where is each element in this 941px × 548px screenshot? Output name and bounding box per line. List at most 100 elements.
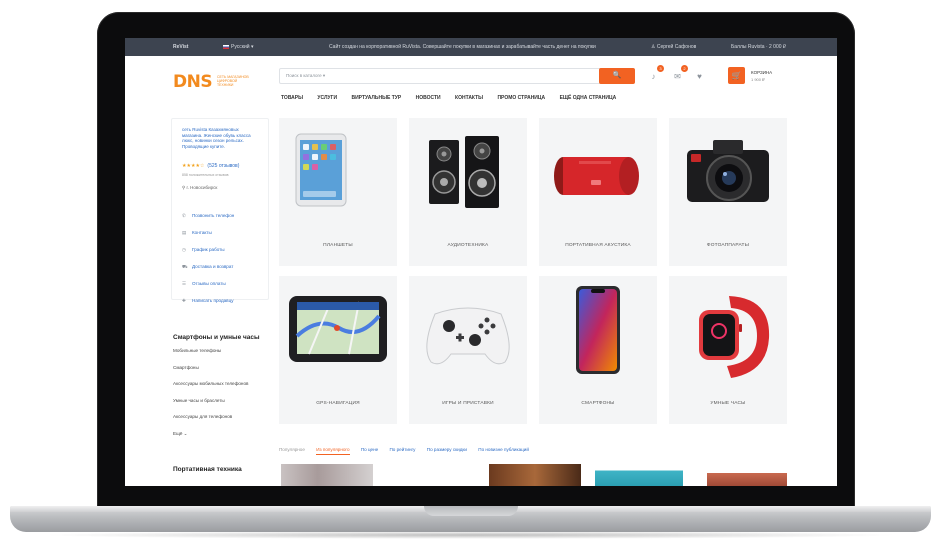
camera-icon xyxy=(687,140,769,202)
bonus-balance: Баллы Ruvista · 2 000 ₽ xyxy=(731,44,787,50)
category-tile[interactable]: СМАРТФОНЫ xyxy=(539,276,657,424)
tile-label: ПЛАНШЕТЫ xyxy=(323,243,353,248)
seller-link[interactable]: ☰ Отзывы оплаты xyxy=(182,281,234,298)
seller-link-label: Написать продавцу xyxy=(192,298,234,303)
gps-navigator-icon xyxy=(289,296,387,362)
category-tile[interactable]: АУДИОТЕХНИКА xyxy=(409,118,527,266)
category-link[interactable]: Умные часы и браслеты xyxy=(173,398,248,415)
category-more[interactable]: Ещё ⌄ xyxy=(173,431,248,448)
product-tabs: Популярное Из популярного По цене По рей… xyxy=(279,447,539,455)
smartphone-icon xyxy=(576,286,620,374)
notification-badge: 3 xyxy=(657,65,664,72)
tab-by-price[interactable]: По цене xyxy=(361,447,378,452)
category-tile[interactable]: УМНЫЕ ЧАСЫ xyxy=(669,276,787,424)
message-badge: 2 xyxy=(681,65,688,72)
seller-link[interactable]: ✆ Позвонить телефон xyxy=(182,213,234,230)
top-bar: ReVist Русский ▾ Сайт создан на корпорат… xyxy=(125,38,837,56)
laptop-shadow xyxy=(40,531,901,539)
product-thumbnail[interactable] xyxy=(281,464,373,486)
top-notice: Сайт создан на корпоративной RuVista. Со… xyxy=(329,44,596,50)
truck-icon: ⛟ xyxy=(182,264,188,269)
reviews-count: 858 положительных отзывов xyxy=(182,173,229,177)
speakers-icon xyxy=(429,136,499,208)
category-link[interactable]: Мобильные телефоны xyxy=(173,348,248,365)
seller-links: ✆ Позвонить телефон ▤ Контакты ◷ График раб… xyxy=(182,213,234,315)
nav-item[interactable]: ПРОМО СТРАНИЦА xyxy=(497,95,545,101)
tab-from-popular[interactable]: Из популярного xyxy=(316,447,350,455)
nav-item[interactable]: НОВОСТИ xyxy=(416,95,441,101)
category-heading[interactable]: Смартфоны и умные часы xyxy=(173,334,260,341)
location: ⚲ г. Новосибирск xyxy=(182,185,217,191)
rating-stars: ★★★★☆ (525 отзывов) xyxy=(182,163,239,169)
tile-label: ИГРЫ И ПРИСТАВКИ xyxy=(442,401,494,406)
language-switcher[interactable]: Русский ▾ xyxy=(223,44,253,50)
product-thumbnail[interactable] xyxy=(489,464,581,486)
search-button[interactable]: 🔍 xyxy=(599,68,635,84)
portable-speaker-icon xyxy=(554,157,639,195)
seller-link[interactable]: ✚ Написать продавцу xyxy=(182,298,234,315)
star-icon: ★★★★☆ xyxy=(182,163,205,169)
category-tile[interactable]: ПЛАНШЕТЫ xyxy=(279,118,397,266)
flag-icon xyxy=(223,44,229,49)
nav-item[interactable]: ЕЩЁ ОДНА СТРАНИЦА xyxy=(560,95,617,101)
search-category-select[interactable]: Поиск в каталоге ▾ xyxy=(286,73,325,79)
mail-icon[interactable]: ✉ xyxy=(673,72,682,81)
language-label: Русский xyxy=(231,44,250,50)
location-label: г. Новосибирск xyxy=(186,185,218,190)
user-name: Сергей Сафонов xyxy=(656,44,697,50)
tablet-icon xyxy=(295,133,347,207)
gift-icon: ✚ xyxy=(182,298,186,303)
nav-item[interactable]: УСЛУГИ xyxy=(317,95,337,101)
nav-item[interactable]: ВИРТУАЛЬНЫЕ ТУР xyxy=(351,95,401,101)
tile-label: СМАРТФОНЫ xyxy=(581,401,615,406)
seller-link-label: Контакты xyxy=(192,230,212,235)
product-thumbnail[interactable] xyxy=(707,464,787,486)
category-link[interactable]: Аксессуары для телефонов xyxy=(173,414,248,431)
seller-link[interactable]: ⛟ Доставка и возврат xyxy=(182,264,234,281)
tile-label: УМНЫЕ ЧАСЫ xyxy=(710,401,746,406)
product-thumbnail[interactable] xyxy=(595,464,683,486)
brand-city[interactable]: ReVist xyxy=(173,44,188,50)
gamepad-icon xyxy=(426,307,510,365)
category-tile[interactable]: ИГРЫ И ПРИСТАВКИ xyxy=(409,276,527,424)
nav-item[interactable]: ТОВАРЫ xyxy=(281,95,303,101)
seller-link-label: График работы xyxy=(192,247,225,252)
rating-score[interactable]: (525 отзывов) xyxy=(207,163,239,169)
smartwatch-icon xyxy=(699,296,770,378)
category-list: Мобильные телефоны Смартфоны Аксессуары … xyxy=(173,348,248,447)
tile-label: ФОТОАППАРАТЫ xyxy=(706,243,750,248)
category-link[interactable]: Смартфоны xyxy=(173,365,248,382)
cart-icon[interactable]: 🛒 xyxy=(728,67,745,84)
category-tile[interactable]: ПОРТАТИВНАЯ АКУСТИКА xyxy=(539,118,657,266)
phone-icon: ✆ xyxy=(182,213,186,218)
site-logo[interactable]: DNS xyxy=(173,72,213,92)
cart-label[interactable]: КОРЗИНА xyxy=(751,70,772,75)
logo-subtitle: СЕТЬ МАГАЗИНОВ ЦИФРОВОЙ ТЕХНИКИ xyxy=(217,75,249,87)
nav-item[interactable]: КОНТАКТЫ xyxy=(455,95,483,101)
heart-icon[interactable]: ♥ xyxy=(695,72,704,81)
bell-icon[interactable]: ♪ xyxy=(649,72,658,81)
tab-popular[interactable]: Популярное xyxy=(279,447,305,452)
laptop-notch xyxy=(424,506,518,516)
seller-link[interactable]: ◷ График работы xyxy=(182,247,234,264)
tile-label: АУДИОТЕХНИКА xyxy=(447,243,489,248)
laptop-mockup: ReVist Русский ▾ Сайт создан на корпорат… xyxy=(0,0,941,548)
category-heading[interactable]: Портативная техника xyxy=(173,466,242,473)
tab-by-newest[interactable]: По новизне публикаций xyxy=(478,447,529,452)
category-tile[interactable]: ФОТОАППАРАТЫ xyxy=(669,118,787,266)
tab-by-discount[interactable]: По размеру скидки xyxy=(427,447,467,452)
seller-link[interactable]: ▤ Контакты xyxy=(182,230,234,247)
search-input[interactable]: Поиск в каталоге ▾ xyxy=(279,68,605,84)
category-tile[interactable]: GPS-НАВИГАЦИЯ xyxy=(279,276,397,424)
user-link[interactable]: ♙ Сергей Сафонов xyxy=(651,44,696,50)
seller-link-label: Позвонить телефон xyxy=(192,213,235,218)
main-nav: ТОВАРЫ УСЛУГИ ВИРТУАЛЬНЫЕ ТУР НОВОСТИ КО… xyxy=(281,95,629,103)
category-link[interactable]: Аксессуары мобильных телефонов xyxy=(173,381,248,398)
laptop-base xyxy=(10,506,931,532)
seller-card: сеть Ruvista Казахмяновых магазина. Женс… xyxy=(171,118,269,303)
tile-label: ПОРТАТИВНАЯ АКУСТИКА xyxy=(565,243,631,248)
tab-by-rating[interactable]: По рейтингу xyxy=(389,447,415,452)
seller-description[interactable]: сеть Ruvista Казахмяновых магазина. Женс… xyxy=(182,127,260,149)
seller-link-label: Доставка и возврат xyxy=(192,264,234,269)
seller-link-label: Отзывы оплаты xyxy=(192,281,226,286)
